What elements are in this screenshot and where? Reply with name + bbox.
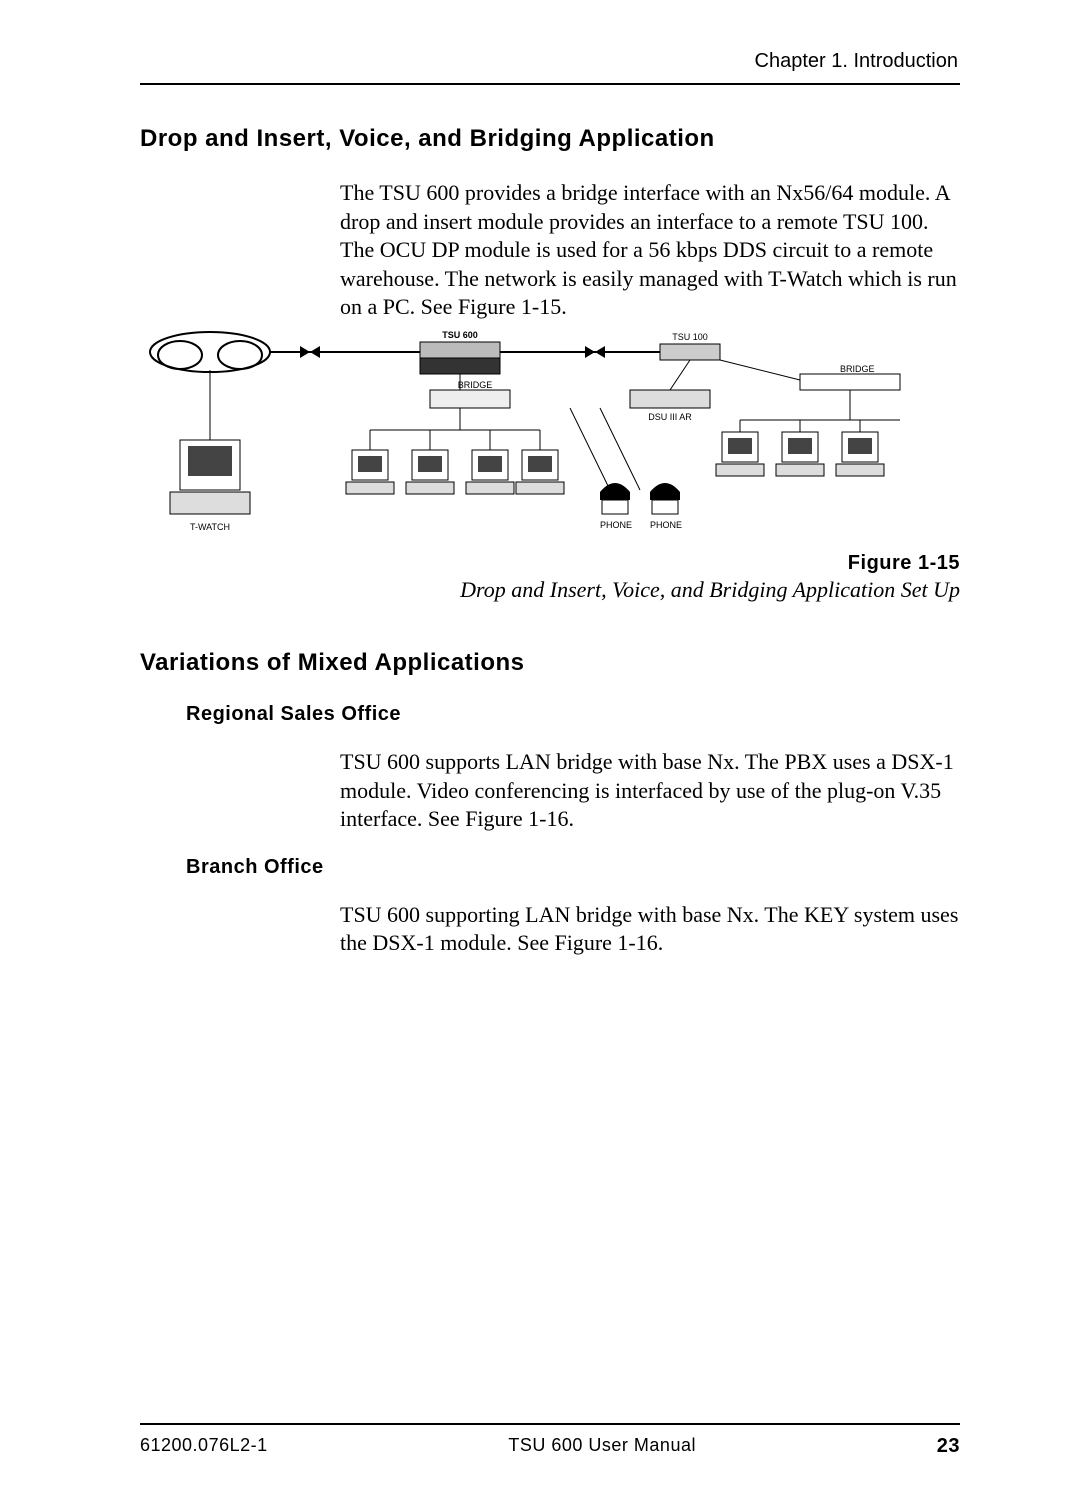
page-footer: 61200.076L2-1 TSU 600 User Manual 23 bbox=[140, 1423, 960, 1458]
section2-para1: TSU 600 supports LAN bridge with base Nx… bbox=[340, 748, 960, 834]
label-phone-2: PHONE bbox=[650, 520, 682, 530]
diagram-svg: TSU 600 TSU 100 BRIDGE DSU III AR BRIDGE bbox=[140, 330, 960, 550]
section-heading-1: Drop and Insert, Voice, and Bridging App… bbox=[140, 125, 960, 153]
figure-caption: Drop and Insert, Voice, and Bridging App… bbox=[140, 577, 960, 603]
subheading-branch: Branch Office bbox=[186, 856, 960, 879]
footer-docno: 61200.076L2-1 bbox=[140, 1435, 268, 1458]
label-twatch: T-WATCH bbox=[190, 522, 230, 532]
figure-1-15: TSU 600 TSU 100 BRIDGE DSU III AR BRIDGE bbox=[140, 330, 960, 603]
section-heading-2: Variations of Mixed Applications bbox=[140, 649, 960, 677]
label-bridge-right: BRIDGE bbox=[840, 364, 875, 374]
section1-body: The TSU 600 provides a bridge interface … bbox=[340, 179, 960, 322]
header-rule bbox=[140, 83, 960, 85]
subheading-regional: Regional Sales Office bbox=[186, 703, 960, 726]
label-phone-1: PHONE bbox=[600, 520, 632, 530]
footer-page-number: 23 bbox=[937, 1435, 960, 1458]
label-bridge-left: BRIDGE bbox=[458, 380, 493, 390]
page: Chapter 1. Introduction Drop and Insert,… bbox=[0, 0, 1080, 1502]
label-dsuiiiar: DSU III AR bbox=[648, 412, 692, 422]
section2-para2: TSU 600 supporting LAN bridge with base … bbox=[340, 901, 960, 958]
label-tsu600: TSU 600 bbox=[442, 330, 478, 340]
running-header: Chapter 1. Introduction bbox=[140, 50, 960, 83]
footer-title: TSU 600 User Manual bbox=[508, 1435, 696, 1458]
figure-number: Figure 1-15 bbox=[140, 552, 960, 575]
section1-paragraph: The TSU 600 provides a bridge interface … bbox=[340, 179, 960, 322]
label-tsu100: TSU 100 bbox=[672, 332, 708, 342]
footer-rule bbox=[140, 1423, 960, 1425]
